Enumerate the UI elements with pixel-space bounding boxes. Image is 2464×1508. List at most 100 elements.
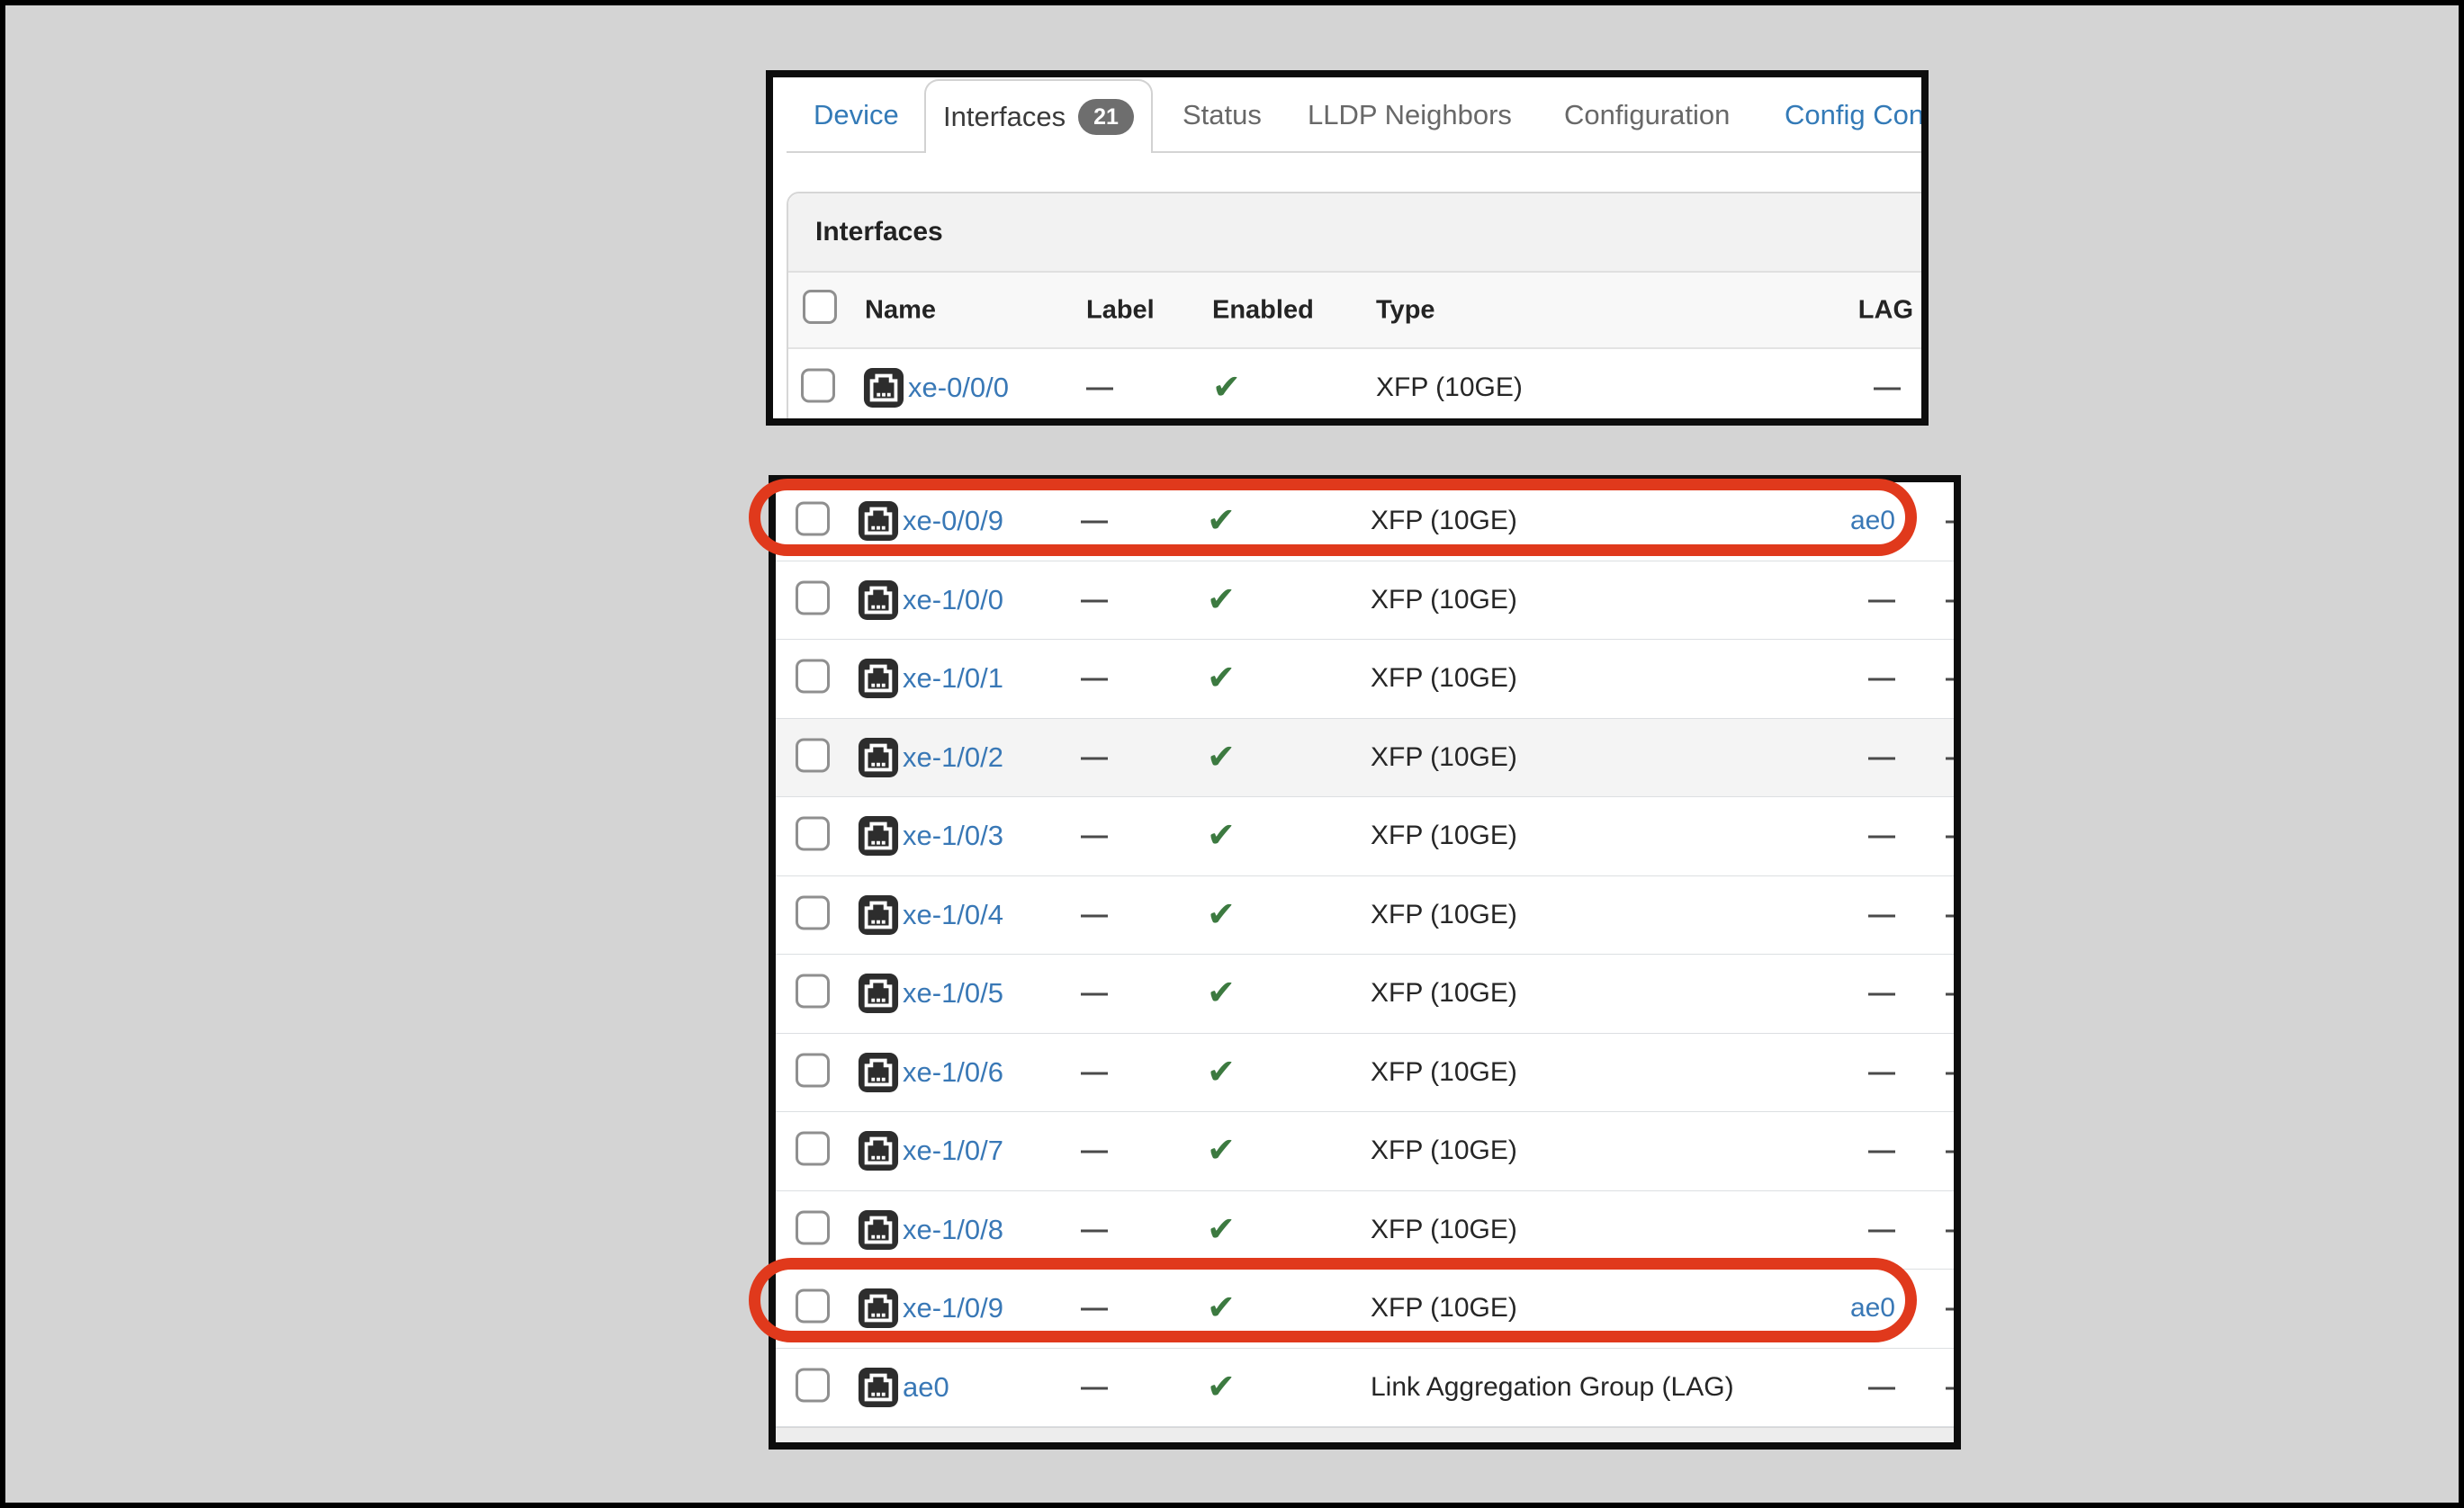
lag-value: — — [1760, 1372, 1895, 1403]
row-checkbox[interactable] — [796, 1210, 830, 1244]
enabled-check-icon: ✔ — [1207, 741, 1236, 775]
row-checkbox[interactable] — [796, 1132, 830, 1166]
enabled-check-icon: ✔ — [1212, 371, 1241, 405]
lag-link[interactable]: ae0 — [1760, 1293, 1895, 1324]
interface-link[interactable]: xe-1/0/6 — [903, 1056, 1003, 1089]
tab-config-contexts[interactable]: Config Conte — [1785, 77, 1929, 153]
enabled-check-icon: ✔ — [1207, 898, 1236, 932]
top-panel: Device Interfaces 21 Status LLDP Neighbo… — [766, 70, 1929, 426]
label-value: — — [1081, 585, 1108, 615]
interface-link[interactable]: ae0 — [903, 1371, 949, 1404]
lag-value: — — [1760, 1057, 1895, 1088]
row-checkbox[interactable] — [796, 1289, 830, 1324]
column-header-lag[interactable]: LAG — [1778, 295, 1913, 325]
row-checkbox-cell — [796, 580, 830, 619]
interface-link[interactable]: xe-1/0/2 — [903, 741, 1003, 774]
column-header-enabled[interactable]: Enabled — [1212, 295, 1314, 325]
enabled-check-icon: ✔ — [1207, 1134, 1236, 1168]
lag-value: — — [1760, 663, 1895, 694]
interface-link[interactable]: xe-1/0/4 — [903, 899, 1003, 931]
ethernet-port-icon — [858, 894, 899, 936]
interface-link[interactable]: xe-1/0/9 — [903, 1292, 1003, 1324]
overflow-dash: — — [1946, 978, 1961, 1009]
overflow-dash: — — [1946, 506, 1961, 536]
lag-link[interactable]: ae0 — [1760, 506, 1895, 536]
lag-value: — — [1766, 373, 1901, 403]
tab-interfaces[interactable]: Interfaces 21 — [924, 79, 1153, 153]
overflow-dash: — — [1946, 821, 1961, 851]
row-checkbox-cell — [796, 1053, 830, 1091]
ethernet-port-icon — [858, 815, 899, 857]
row-checkbox[interactable] — [796, 738, 830, 772]
interface-link[interactable]: xe-1/0/7 — [903, 1135, 1003, 1167]
table-row: xe-1/0/7 — ✔ XFP (10GE) — — — [776, 1112, 1954, 1191]
label-value: — — [1081, 663, 1108, 694]
interface-link[interactable]: xe-1/0/5 — [903, 977, 1003, 1010]
interface-link[interactable]: xe-1/0/8 — [903, 1214, 1003, 1246]
row-checkbox[interactable] — [796, 895, 830, 929]
interfaces-card: Interfaces Name Label Enabled Type LAG x… — [787, 192, 1929, 426]
type-value: XFP (10GE) — [1371, 1135, 1517, 1166]
row-checkbox[interactable] — [801, 369, 835, 403]
bottom-table-rows: xe-0/0/9 — ✔ XFP (10GE) ae0 — xe-1/0/0 —… — [776, 482, 1954, 1427]
screenshot-frame: Device Interfaces 21 Status LLDP Neighbo… — [0, 0, 2464, 1508]
label-value: — — [1081, 978, 1108, 1009]
ethernet-port-icon — [858, 1367, 899, 1408]
select-all-checkbox[interactable] — [803, 290, 837, 324]
enabled-check-icon: ✔ — [1207, 583, 1236, 617]
interface-link[interactable]: xe-0/0/0 — [908, 372, 1009, 404]
type-value: XFP (10GE) — [1371, 1215, 1517, 1245]
table-row: xe-1/0/9 — ✔ XFP (10GE) ae0 — — [776, 1270, 1954, 1349]
ethernet-port-icon — [858, 658, 899, 699]
enabled-check-icon: ✔ — [1207, 819, 1236, 853]
interface-link[interactable]: xe-1/0/0 — [903, 584, 1003, 616]
row-checkbox[interactable] — [796, 502, 830, 536]
row-checkbox[interactable] — [796, 817, 830, 851]
row-checkbox[interactable] — [796, 580, 830, 615]
interfaces-count-badge: 21 — [1078, 99, 1134, 135]
table-row: xe-1/0/6 — ✔ XFP (10GE) — — — [776, 1034, 1954, 1113]
row-checkbox[interactable] — [796, 1368, 830, 1402]
row-checkbox[interactable] — [796, 974, 830, 1009]
row-checkbox-cell — [796, 738, 830, 776]
row-checkbox-cell — [796, 1132, 830, 1171]
label-value: — — [1081, 1293, 1108, 1324]
row-checkbox-cell — [796, 1289, 830, 1328]
row-checkbox-cell — [801, 369, 835, 408]
ethernet-port-icon — [858, 973, 899, 1014]
label-value: — — [1081, 1057, 1108, 1088]
column-header-label[interactable]: Label — [1086, 295, 1155, 325]
type-value: XFP (10GE) — [1371, 506, 1517, 536]
type-value: XFP (10GE) — [1371, 585, 1517, 615]
tab-status[interactable]: Status — [1183, 77, 1262, 153]
enabled-check-icon: ✔ — [1207, 661, 1236, 696]
row-checkbox[interactable] — [796, 1053, 830, 1087]
table-row: xe-1/0/4 — ✔ XFP (10GE) — — — [776, 876, 1954, 956]
ethernet-port-icon — [858, 1288, 899, 1329]
interface-link[interactable]: xe-1/0/1 — [903, 662, 1003, 695]
column-header-name[interactable]: Name — [865, 295, 936, 325]
ethernet-port-icon — [858, 737, 899, 778]
enabled-check-icon: ✔ — [1207, 976, 1236, 1010]
tab-device[interactable]: Device — [814, 77, 899, 153]
tab-lldp-neighbors[interactable]: LLDP Neighbors — [1308, 77, 1512, 153]
overflow-dash: — — [1946, 1215, 1961, 1245]
type-value: XFP (10GE) — [1371, 1057, 1517, 1088]
enabled-check-icon: ✔ — [1207, 504, 1236, 538]
column-header-type[interactable]: Type — [1376, 295, 1435, 325]
tab-bar: Device Interfaces 21 Status LLDP Neighbo… — [773, 77, 1921, 153]
tab-configuration[interactable]: Configuration — [1564, 77, 1730, 153]
overflow-dash: — — [1946, 900, 1961, 930]
lag-value: — — [1760, 978, 1895, 1009]
interface-link[interactable]: xe-1/0/3 — [903, 820, 1003, 852]
table-row: xe-1/0/3 — ✔ XFP (10GE) — — — [776, 797, 1954, 876]
row-checkbox[interactable] — [796, 660, 830, 694]
overflow-dash: — — [1946, 663, 1961, 694]
interface-link[interactable]: xe-0/0/9 — [903, 505, 1003, 537]
table-row: xe-1/0/8 — ✔ XFP (10GE) — — — [776, 1191, 1954, 1270]
enabled-check-icon: ✔ — [1207, 1370, 1236, 1405]
card-title: Interfaces — [788, 193, 1929, 273]
type-value: XFP (10GE) — [1371, 742, 1517, 773]
ethernet-port-icon — [863, 367, 904, 408]
type-value: XFP (10GE) — [1371, 900, 1517, 930]
